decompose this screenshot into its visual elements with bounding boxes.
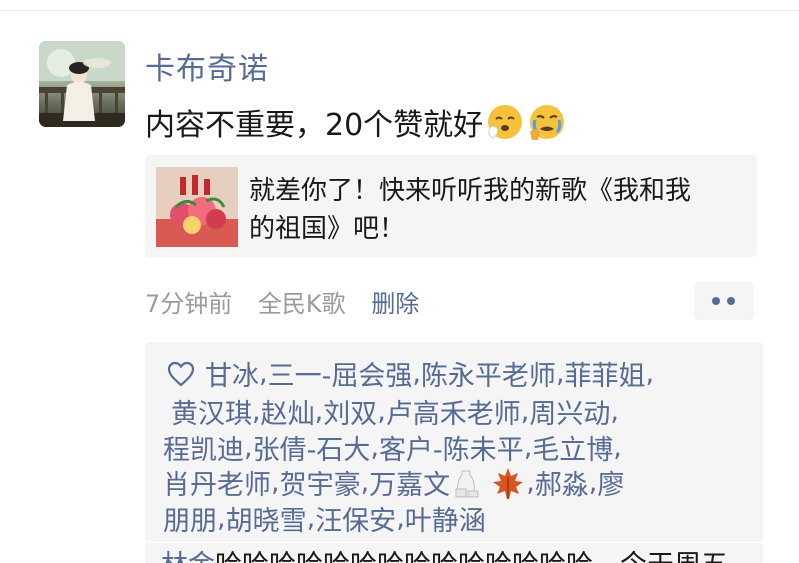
liker-name[interactable]: 赵灿 — [261, 392, 315, 431]
top-divider — [0, 10, 799, 11]
shared-song-title: 就差你了！快来听听我的新歌《我和我 的祖国》吧！ — [249, 172, 749, 248]
liker-name[interactable]: 刘双 — [323, 392, 377, 431]
likes-line-1: 甘冰, 三一-屈会强, 陈永平老师, 菲菲姐, — [167, 354, 654, 393]
post-source[interactable]: 全民K歌 — [258, 290, 346, 318]
liker-name[interactable]: 甘冰 — [205, 354, 259, 393]
post-meta-row: 7分钟前 全民K歌 删除 — [145, 284, 419, 318]
sneeze-face-icon — [485, 102, 525, 142]
post-text-content: 内容不重要，20个赞就好 — [145, 108, 484, 143]
likes-line-3: 程凯迪, 张倩-石大, 客户-陈未平, 毛立博, — [163, 428, 622, 467]
commenter-name[interactable]: 林金 — [161, 550, 215, 563]
avatar-illustration — [39, 41, 125, 127]
heart-icon — [167, 361, 195, 387]
post-text: 内容不重要，20个赞就好 — [145, 100, 567, 144]
liker-name[interactable]: 陈永平老师 — [421, 354, 556, 393]
liker-name[interactable]: 胡晓雪 — [226, 499, 307, 538]
post-time: 7分钟前 — [145, 290, 233, 318]
liker-name[interactable]: 朋朋 — [163, 499, 217, 538]
more-dot-icon — [727, 297, 735, 305]
liker-name[interactable]: 肖丹老师 — [163, 463, 271, 502]
liker-name[interactable]: 贺宇豪 — [280, 463, 361, 502]
liker-name[interactable]: 周兴动 — [529, 392, 610, 431]
shared-song-card[interactable]: 就差你了！快来听听我的新歌《我和我 的祖国》吧！ — [145, 155, 757, 257]
maple-leaf-icon — [490, 465, 526, 501]
liker-name[interactable]: 万嘉文 — [369, 463, 450, 502]
liker-name[interactable]: 毛立博 — [532, 428, 613, 467]
liker-name[interactable]: 三一-屈会强 — [268, 354, 413, 393]
crying-face-icon — [527, 102, 567, 142]
sake-icon — [450, 465, 486, 501]
liker-name[interactable]: 程凯迪 — [163, 428, 244, 467]
comment-preview[interactable]: 林金哈哈哈哈哈哈哈哈哈哈哈哈哈哈，今天周五 — [145, 543, 763, 563]
liker-name[interactable]: 廖 — [597, 463, 624, 502]
liker-name[interactable]: 菲菲姐 — [565, 354, 646, 393]
liker-name[interactable]: 卢高禾老师 — [386, 392, 521, 431]
likes-line-5: 朋朋, 胡晓雪, 汪保安, 叶静涵 — [163, 499, 486, 538]
shared-song-title-line-2: 的祖国》吧！ — [249, 214, 406, 244]
likes-panel: 甘冰, 三一-屈会强, 陈永平老师, 菲菲姐, 黄汉琪, 赵灿, 刘双, 卢高禾… — [145, 342, 763, 542]
poster-name[interactable]: 卡布奇诺 — [145, 44, 269, 88]
more-dot-icon — [712, 297, 720, 305]
likes-line-4: 肖丹老师, 贺宇豪, 万嘉文 , 郝淼, 廖 — [163, 463, 624, 502]
song-cover-thumbnail — [156, 167, 238, 247]
liker-name[interactable]: 黄汉琪 — [171, 392, 252, 431]
liker-name[interactable]: 叶静涵 — [405, 499, 486, 538]
liker-name[interactable]: 张倩-石大 — [253, 428, 371, 467]
likes-line-2: 黄汉琪, 赵灿, 刘双, 卢高禾老师, 周兴动, — [171, 392, 619, 431]
avatar[interactable] — [39, 41, 125, 127]
liker-name[interactable]: 汪保安 — [315, 499, 396, 538]
more-actions-button[interactable] — [694, 282, 754, 320]
liker-name[interactable]: 客户-陈未平 — [379, 428, 524, 467]
liker-name[interactable]: 郝淼 — [535, 463, 589, 502]
delete-link[interactable]: 删除 — [371, 290, 419, 318]
comment-text: 哈哈哈哈哈哈哈哈哈哈哈哈哈哈，今天周五 — [215, 550, 728, 563]
shared-song-title-line-1: 就差你了！快来听听我的新歌《我和我 — [249, 176, 692, 206]
